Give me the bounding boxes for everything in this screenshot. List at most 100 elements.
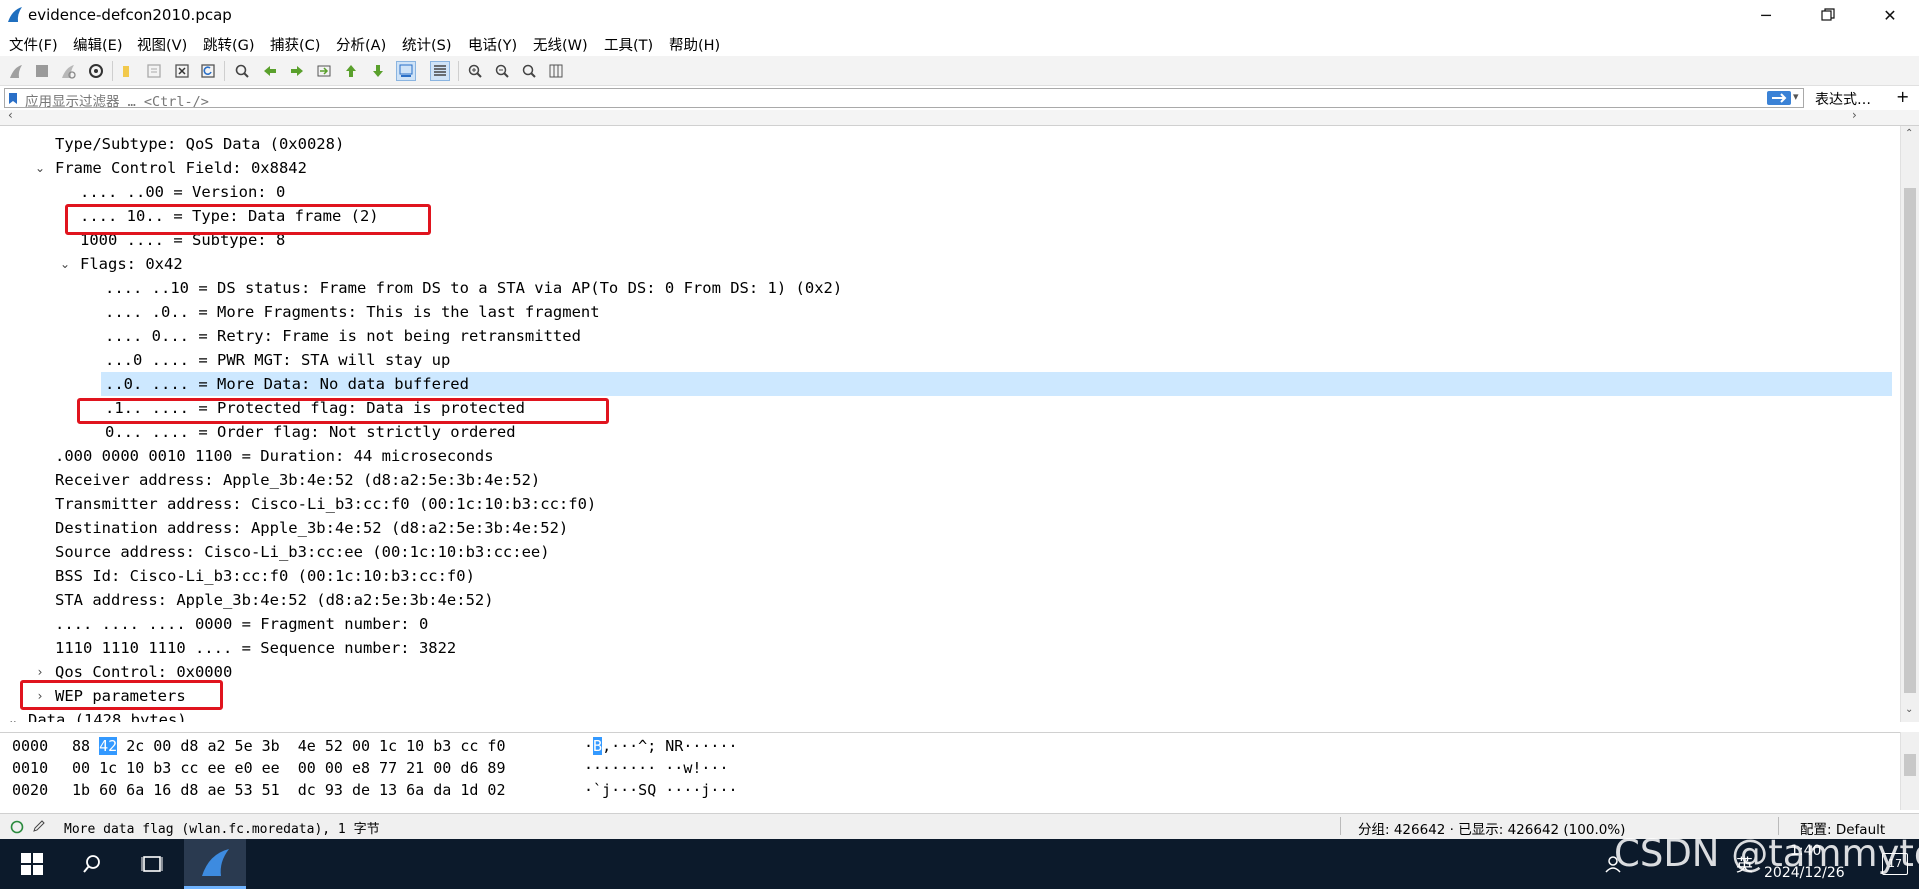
- close-file-button[interactable]: [172, 61, 192, 81]
- close-button[interactable]: ✕: [1862, 0, 1918, 30]
- stop-capture-button[interactable]: [32, 61, 52, 81]
- chevron-down-icon[interactable]: ⌄: [6, 708, 20, 722]
- go-to-packet-button[interactable]: [314, 61, 334, 81]
- taskbar-wireshark-app[interactable]: [184, 839, 246, 889]
- bytes-scrollbar[interactable]: [1900, 732, 1919, 810]
- hex-byte-group: 88: [72, 737, 100, 755]
- scroll-left-icon[interactable]: ‹: [8, 108, 13, 122]
- packet-bytes-pane: 0000 88 42 2c 00 d8 a2 5e 3b 4e 52 00 1c …: [0, 732, 1900, 810]
- go-forward-button[interactable]: [287, 61, 307, 81]
- detail-tree-row[interactable]: Flags: 0x42: [80, 252, 183, 276]
- filter-history-chevron-icon[interactable]: ▾: [1793, 90, 1799, 103]
- minimize-button[interactable]: ─: [1738, 0, 1794, 30]
- scroll-right-icon[interactable]: ›: [1852, 108, 1857, 122]
- task-view-button[interactable]: [128, 839, 176, 889]
- first-packet-button[interactable]: [341, 61, 361, 81]
- comment-edit-icon[interactable]: [32, 819, 46, 833]
- colorize-button[interactable]: [430, 61, 450, 81]
- detail-tree-row[interactable]: .... .0.. = More Fragments: This is the …: [105, 300, 600, 324]
- arrow-right-icon: [1772, 93, 1787, 103]
- detail-tree-row[interactable]: .... ..10 = DS status: Frame from DS to …: [105, 276, 842, 300]
- hex-ascii[interactable]: ·`j···SQ ····j···: [584, 779, 738, 801]
- menu-file[interactable]: 文件(F): [9, 34, 58, 55]
- capture-options-button[interactable]: [86, 61, 106, 81]
- menu-telephony[interactable]: 电话(Y): [468, 34, 517, 55]
- display-filter-input[interactable]: 应用显示过滤器 … <Ctrl-/> ▾: [4, 88, 1804, 110]
- menu-go[interactable]: 跳转(G): [203, 34, 255, 55]
- detail-tree-row[interactable]: Destination address: Apple_3b:4e:52 (d8:…: [55, 516, 568, 540]
- zoom-out-button[interactable]: [492, 61, 512, 81]
- detail-tree-row[interactable]: .... .... .... 0000 = Fragment number: 0: [55, 612, 428, 636]
- window-title: evidence-defcon2010.pcap: [28, 6, 232, 24]
- detail-tree-row[interactable]: Receiver address: Apple_3b:4e:52 (d8:a2:…: [55, 468, 540, 492]
- menu-view[interactable]: 视图(V): [137, 34, 187, 55]
- hex-byte-group: 1c 10 b3 cc ee e0 ee 00 00 e8 77 21 00 d…: [99, 759, 506, 777]
- hex-bytes[interactable]: 1b 60 6a 16 d8 ae 53 51 dc 93 de 13 6a d…: [72, 779, 505, 801]
- detail-tree-row[interactable]: Data (1428 bytes): [28, 708, 187, 722]
- menu-statistics[interactable]: 统计(S): [402, 34, 452, 55]
- save-icon: [147, 64, 161, 78]
- packet-list-scrollbar[interactable]: ‹ ›: [0, 108, 1919, 126]
- save-file-button[interactable]: [144, 61, 164, 81]
- hex-selected-byte: 42: [99, 737, 118, 755]
- menu-capture[interactable]: 捕获(C): [270, 34, 320, 55]
- task-view-icon: [141, 856, 163, 872]
- reload-file-button[interactable]: [198, 61, 218, 81]
- scroll-up-icon[interactable]: ⌃: [1905, 128, 1913, 139]
- auto-scroll-button[interactable]: [396, 61, 416, 81]
- hex-bytes[interactable]: 88 42 2c 00 d8 a2 5e 3b 4e 52 00 1c 10 b…: [72, 735, 505, 757]
- chevron-down-icon[interactable]: ⌄: [33, 156, 47, 180]
- bytes-scroll-thumb[interactable]: [1904, 754, 1916, 776]
- details-scroll-thumb[interactable]: [1904, 188, 1916, 693]
- restore-button[interactable]: [1800, 0, 1856, 30]
- zoom-in-button[interactable]: [465, 61, 485, 81]
- start-capture-button[interactable]: [6, 61, 26, 81]
- detail-tree-row[interactable]: .... ..00 = Version: 0: [80, 180, 285, 204]
- detail-tree-row[interactable]: ...0 .... = PWR MGT: STA will stay up: [105, 348, 450, 372]
- apply-filter-button[interactable]: [1767, 91, 1791, 105]
- menu-edit[interactable]: 编辑(E): [73, 34, 122, 55]
- zoom-in-icon: [468, 64, 482, 78]
- restart-capture-button[interactable]: [58, 61, 78, 81]
- detail-tree-row[interactable]: ..0. .... = More Data: No data buffered: [105, 372, 469, 396]
- normal-size-button[interactable]: [519, 61, 539, 81]
- menu-wireless[interactable]: 无线(W): [533, 34, 588, 55]
- hex-ascii[interactable]: ········ ··w!···: [584, 757, 729, 779]
- detail-tree-row[interactable]: Source address: Cisco-Li_b3:cc:ee (00:1c…: [55, 540, 550, 564]
- go-back-button[interactable]: [260, 61, 280, 81]
- hex-ascii[interactable]: ·B,···^; NR······: [584, 735, 738, 757]
- wireshark-fin-icon: [8, 7, 22, 22]
- find-packet-button[interactable]: [232, 61, 252, 81]
- hex-offset: 0020: [12, 781, 49, 799]
- hex-byte-group: 60 6a 16 d8 ae 53 51 dc 93 de 13 6a da 1…: [99, 781, 506, 799]
- menu-help[interactable]: 帮助(H): [669, 34, 720, 55]
- expression-button[interactable]: 表达式…: [1815, 89, 1871, 109]
- expert-info-icon[interactable]: [10, 820, 24, 834]
- open-file-button[interactable]: [118, 61, 138, 81]
- ascii-group: ·: [584, 737, 594, 755]
- search-button[interactable]: [68, 839, 116, 889]
- menu-analyze[interactable]: 分析(A): [336, 34, 386, 55]
- detail-tree-row[interactable]: .... 0... = Retry: Frame is not being re…: [105, 324, 581, 348]
- reload-icon: [201, 64, 215, 78]
- menu-tools[interactable]: 工具(T): [604, 34, 653, 55]
- detail-tree-row[interactable]: Type/Subtype: QoS Data (0x0028): [55, 132, 344, 156]
- detail-tree-row[interactable]: BSS Id: Cisco-Li_b3:cc:f0 (00:1c:10:b3:c…: [55, 564, 475, 588]
- details-scrollbar[interactable]: ⌃ ⌄: [1900, 126, 1919, 722]
- chevron-down-icon[interactable]: ⌄: [58, 252, 72, 276]
- close-icon: ✕: [1883, 5, 1897, 25]
- detail-tree-row[interactable]: 1110 1110 1110 .... = Sequence number: 3…: [55, 636, 456, 660]
- detail-tree-row[interactable]: STA address: Apple_3b:4e:52 (d8:a2:5e:3b…: [55, 588, 494, 612]
- hex-offset: 0010: [12, 759, 49, 777]
- detail-tree-row[interactable]: Transmitter address: Cisco-Li_b3:cc:f0 (…: [55, 492, 596, 516]
- detail-tree-row[interactable]: Frame Control Field: 0x8842: [55, 156, 307, 180]
- hex-byte-group: 2c 00 d8 a2 5e 3b 4e 52 00 1c 10 b3 cc f…: [126, 737, 506, 755]
- add-filter-button[interactable]: +: [1896, 87, 1909, 106]
- scroll-down-icon[interactable]: ⌄: [1905, 704, 1913, 715]
- folder-icon: [123, 66, 129, 77]
- last-packet-button[interactable]: [368, 61, 388, 81]
- resize-columns-button[interactable]: [546, 61, 566, 81]
- start-button[interactable]: [8, 839, 56, 889]
- detail-tree-row[interactable]: .000 0000 0010 1100 = Duration: 44 micro…: [55, 444, 494, 468]
- hex-bytes[interactable]: 00 1c 10 b3 cc ee e0 ee 00 00 e8 77 21 0…: [72, 757, 505, 779]
